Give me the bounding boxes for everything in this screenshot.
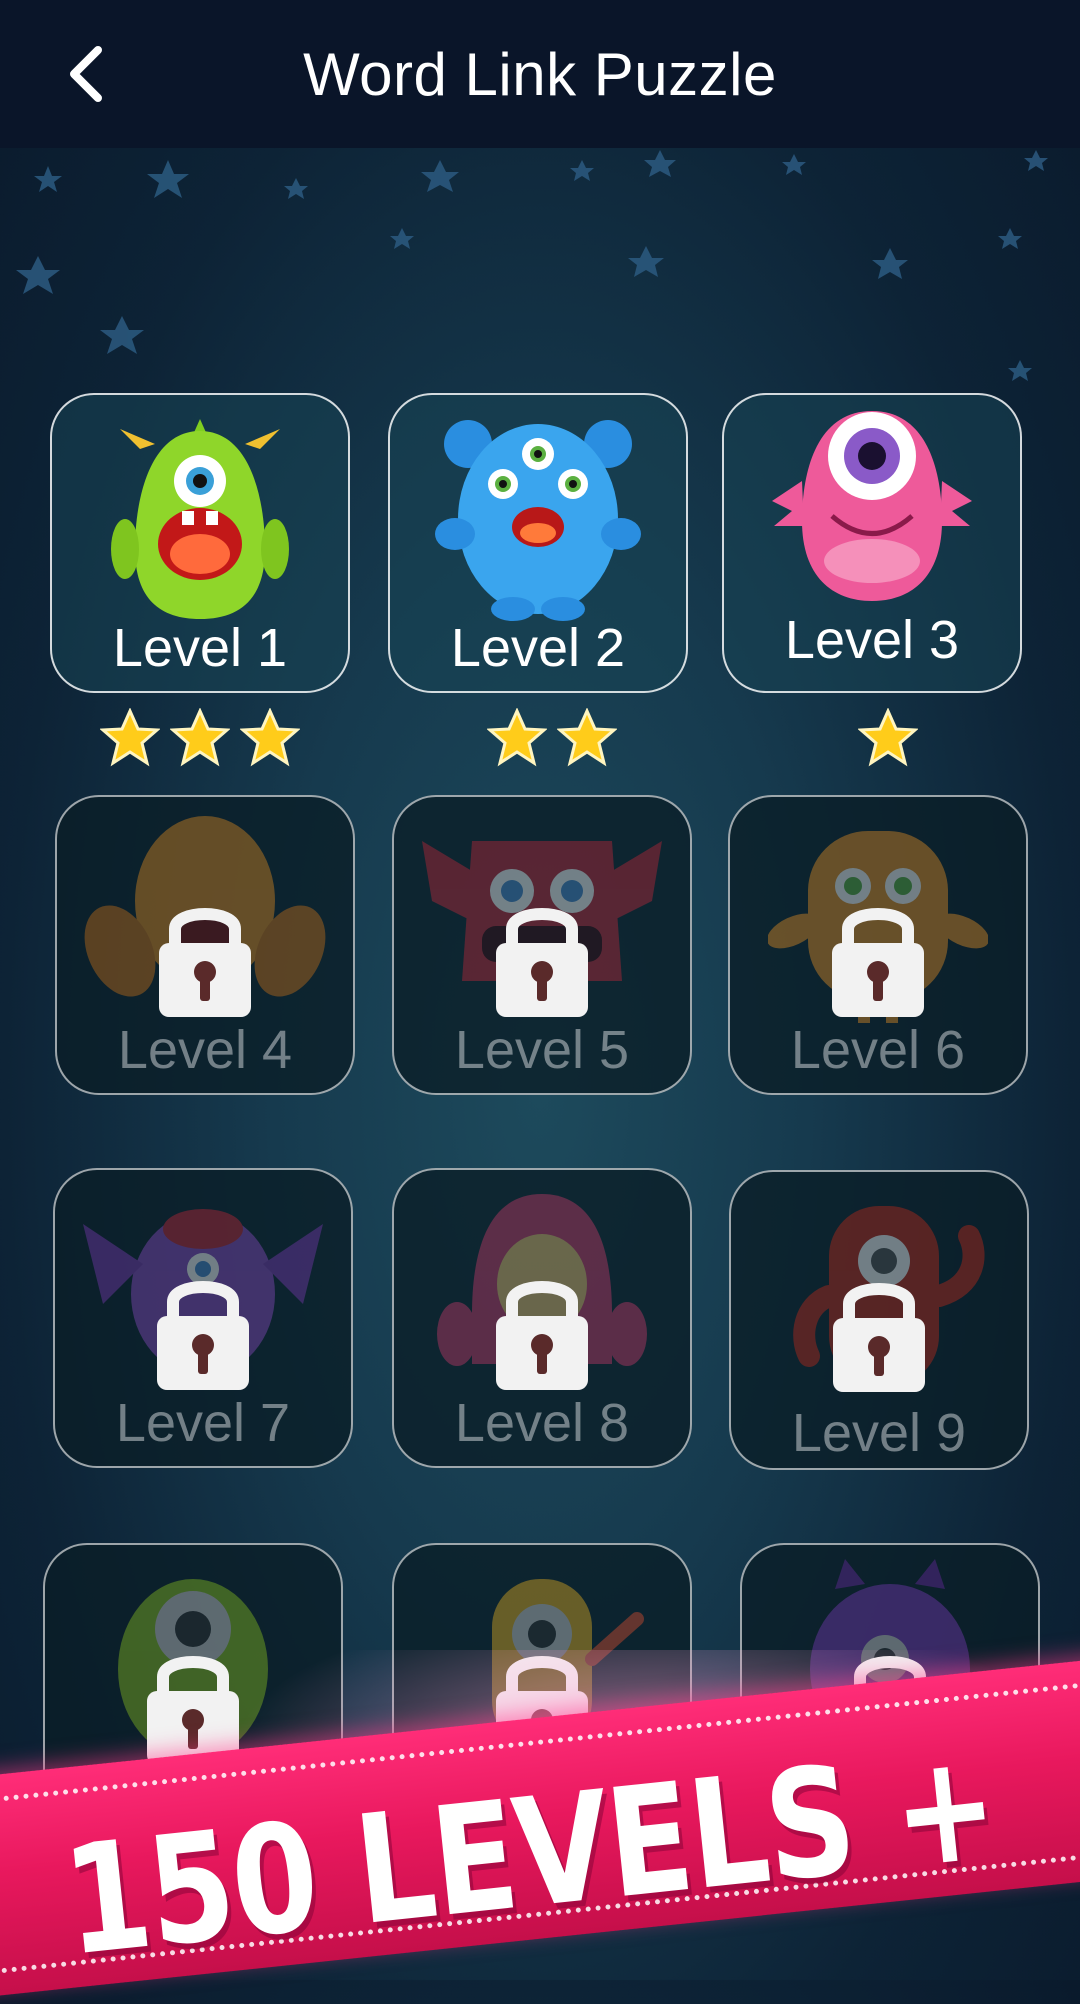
green-horned-monster-icon: [111, 419, 289, 619]
level-3-stars: [858, 708, 918, 768]
level-card-8[interactable]: Level 8: [392, 1168, 692, 1468]
blue-three-eyed-monster-icon: [435, 420, 641, 621]
lock-icon: [492, 897, 592, 1017]
level-card-4[interactable]: Level 4: [55, 795, 355, 1095]
level-card-3[interactable]: Level 3: [722, 393, 1022, 693]
star-field-decoration: [16, 150, 1048, 381]
star-icon: [487, 708, 547, 767]
level-card-6[interactable]: Level 6: [728, 795, 1028, 1095]
level-card-1[interactable]: Level 1: [50, 393, 350, 693]
star-icon: [100, 708, 160, 767]
level-1-stars: [100, 708, 300, 768]
level-label: Level 9: [791, 1403, 967, 1463]
level-label: Level 3: [784, 610, 960, 670]
level-label: Level 8: [454, 1393, 630, 1453]
star-icon: [557, 708, 617, 767]
level-label: Level 1: [112, 618, 288, 678]
lock-icon: [153, 1270, 253, 1390]
level-label: Level 6: [790, 1020, 966, 1080]
pink-cyclops-monster-icon: [772, 411, 972, 601]
level-label: Level 4: [117, 1020, 293, 1080]
star-icon: [170, 708, 230, 767]
lock-icon: [828, 897, 928, 1017]
chevron-left-icon: [70, 46, 102, 102]
back-button[interactable]: [56, 44, 116, 104]
star-icon: [240, 708, 300, 767]
level-card-5[interactable]: Level 5: [392, 795, 692, 1095]
top-bar: Word Link Puzzle: [0, 0, 1080, 148]
lock-icon: [829, 1272, 929, 1392]
level-card-7[interactable]: Level 7: [53, 1168, 353, 1468]
level-label: Level 5: [454, 1020, 630, 1080]
lock-icon: [492, 1270, 592, 1390]
page-title: Word Link Puzzle: [303, 40, 777, 108]
level-2-stars: [487, 708, 617, 768]
level-label: Level 7: [115, 1393, 291, 1453]
star-icon: [858, 708, 918, 767]
level-label: Level 2: [450, 618, 626, 678]
level-card-9[interactable]: Level 9: [729, 1170, 1029, 1470]
level-card-2[interactable]: Level 2: [388, 393, 688, 693]
lock-icon: [155, 897, 255, 1017]
